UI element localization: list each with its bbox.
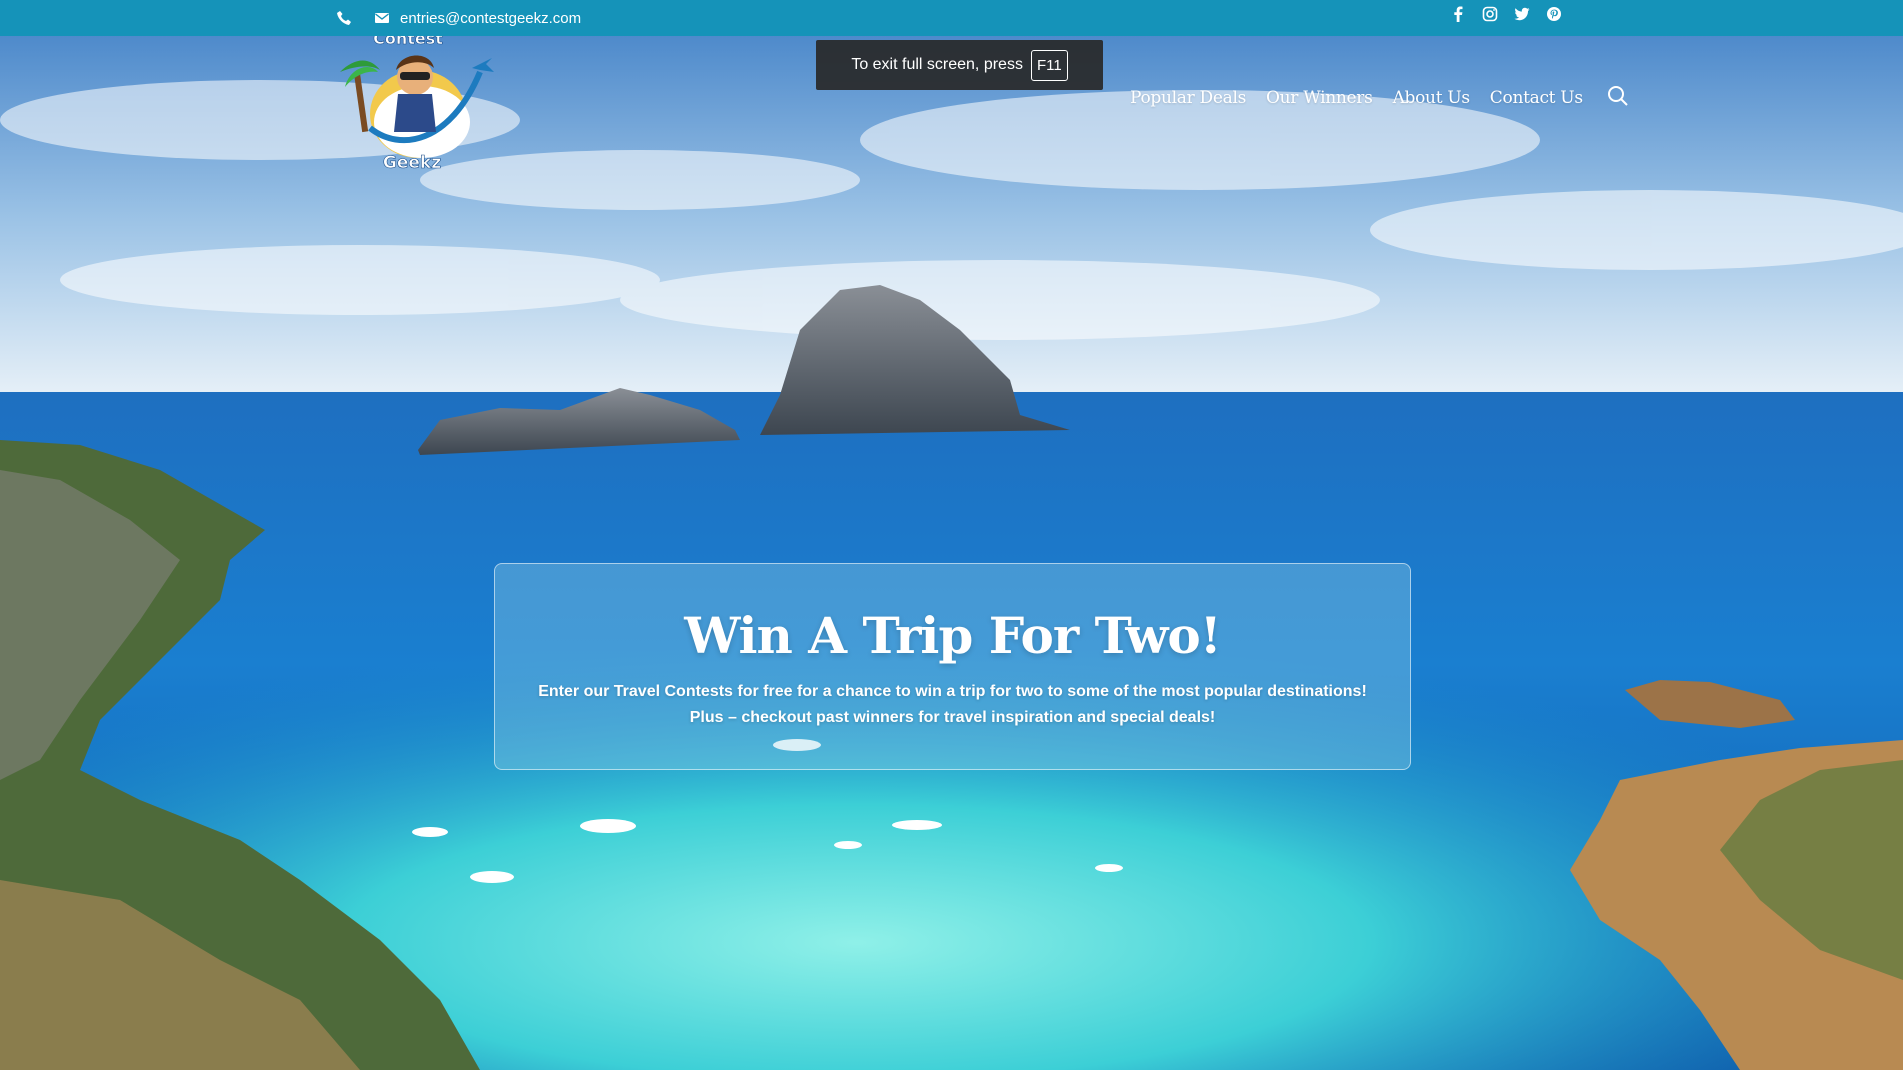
main-navigation: Popular Deals Our Winners About Us Conta… [1130,82,1629,114]
hero-description: Enter our Travel Contests for free for a… [538,683,1367,726]
fullscreen-key-badge: F11 [1030,49,1068,81]
phone-icon[interactable] [336,10,352,26]
top-contact-bar: entries@contestgeekz.com [0,0,1903,36]
search-button[interactable] [1607,85,1629,112]
envelope-icon [375,13,389,23]
social-links [1450,0,1562,28]
fullscreen-notice-text: To exit full screen, press [851,56,1023,73]
fullscreen-exit-notice: To exit full screen, press F11 [816,40,1103,90]
facebook-icon[interactable] [1450,6,1466,22]
hero-background-image [0,0,1903,1070]
nav-item-popular-deals[interactable]: Popular Deals [1130,88,1246,108]
nav-item-contact-us[interactable]: Contact Us [1490,88,1583,108]
nav-item-about-us[interactable]: About Us [1393,88,1471,108]
logo-bottom-text: Geekz [383,153,441,172]
site-logo[interactable]: Contest Geekz [330,29,496,173]
search-icon [1607,85,1628,106]
twitter-icon[interactable] [1514,6,1530,22]
email-link[interactable]: entries@contestgeekz.com [400,10,581,27]
contact-info: entries@contestgeekz.com [336,0,581,36]
hero-title: Win A Trip For Two! [684,606,1221,665]
nav-item-our-winners[interactable]: Our Winners [1266,88,1373,108]
pinterest-icon[interactable] [1546,6,1562,22]
hero-banner: Win A Trip For Two! Enter our Travel Con… [494,563,1411,770]
phone-item[interactable] [336,10,352,26]
instagram-icon[interactable] [1482,6,1498,22]
email-item[interactable]: entries@contestgeekz.com [374,10,581,27]
